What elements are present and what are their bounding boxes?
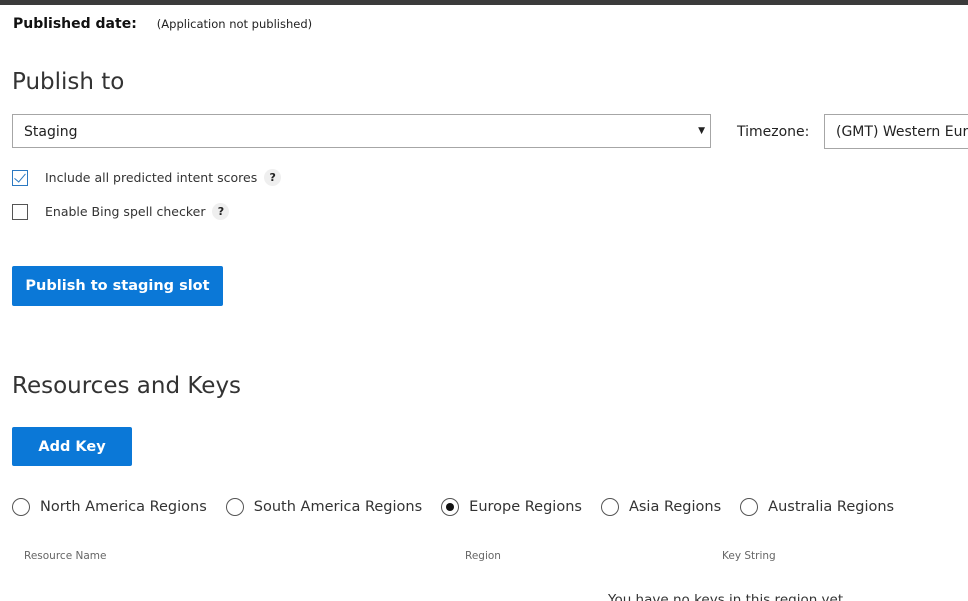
region-label: Europe Regions bbox=[469, 499, 582, 515]
resources-and-keys-heading: Resources and Keys bbox=[12, 373, 242, 399]
region-radio[interactable] bbox=[12, 498, 30, 516]
region-option-asia[interactable]: Asia Regions bbox=[600, 498, 722, 516]
empty-keys-message: You have no keys in this region yet bbox=[608, 592, 844, 601]
radio-dot-icon bbox=[446, 503, 455, 511]
publish-to-staging-button[interactable]: Publish to staging slot bbox=[12, 266, 223, 306]
region-option-north-america[interactable]: North America Regions bbox=[12, 498, 207, 516]
region-radio[interactable] bbox=[600, 498, 619, 516]
question-icon[interactable]: ? bbox=[212, 203, 230, 220]
add-key-button[interactable]: Add Key bbox=[12, 427, 132, 466]
question-icon[interactable]: ? bbox=[264, 169, 282, 186]
region-radio-group: North America Regions South America Regi… bbox=[12, 498, 913, 516]
publish-slot-select[interactable]: Staging ▼ bbox=[12, 114, 711, 148]
published-date-value: (Application not published) bbox=[156, 17, 313, 31]
include-intent-scores-option[interactable]: Include all predicted intent scores ? bbox=[12, 169, 282, 186]
region-option-australia[interactable]: Australia Regions bbox=[740, 498, 894, 516]
published-date-label: Published date: bbox=[13, 16, 137, 32]
region-radio[interactable] bbox=[225, 498, 244, 516]
region-radio-selected[interactable] bbox=[441, 498, 460, 516]
column-header-resource-name: Resource Name bbox=[24, 550, 107, 562]
region-label: North America Regions bbox=[40, 499, 207, 515]
timezone-label: Timezone: bbox=[737, 124, 810, 140]
timezone-value: (GMT) Western Europe Time bbox=[836, 124, 968, 140]
column-header-region: Region bbox=[465, 550, 501, 562]
region-label: South America Regions bbox=[253, 499, 423, 515]
column-header-key-string: Key String bbox=[722, 550, 776, 562]
checkmark-icon bbox=[14, 169, 26, 183]
publish-to-heading: Publish to bbox=[12, 69, 125, 95]
region-label: Australia Regions bbox=[768, 499, 895, 515]
region-label: Asia Regions bbox=[628, 499, 722, 515]
bing-spell-checker-option[interactable]: Enable Bing spell checker ? bbox=[12, 203, 230, 220]
timezone-select[interactable]: (GMT) Western Europe Time bbox=[824, 114, 968, 149]
region-option-south-america[interactable]: South America Regions bbox=[225, 498, 423, 516]
publish-settings-page: Published date: (Application not publish… bbox=[0, 0, 968, 601]
published-date-row: Published date: (Application not publish… bbox=[13, 16, 312, 32]
bing-spell-checker-label: Enable Bing spell checker bbox=[45, 204, 206, 219]
region-option-europe[interactable]: Europe Regions bbox=[441, 498, 582, 516]
publish-slot-value: Staging bbox=[24, 124, 78, 140]
include-intent-scores-checkbox[interactable] bbox=[12, 169, 28, 186]
include-intent-scores-label: Include all predicted intent scores bbox=[45, 170, 258, 185]
caret-down-icon: ▼ bbox=[698, 126, 705, 136]
region-radio[interactable] bbox=[740, 498, 759, 516]
bing-spell-checker-checkbox[interactable] bbox=[12, 203, 28, 220]
top-bar bbox=[0, 0, 968, 5]
